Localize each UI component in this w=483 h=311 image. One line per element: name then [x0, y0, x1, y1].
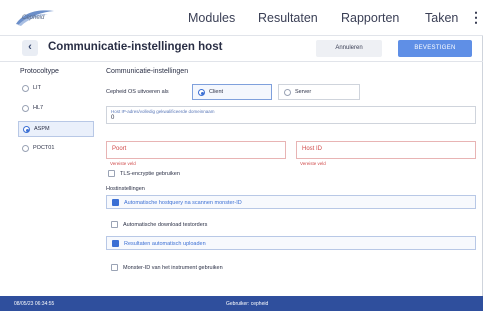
radio-icon: [22, 85, 29, 92]
port-field[interactable]: Poort: [106, 141, 286, 159]
checkbox-icon: [111, 264, 118, 271]
confirm-button[interactable]: BEVESTIGEN: [398, 40, 472, 57]
nav-modules[interactable]: Modules: [188, 11, 235, 25]
protocol-label: HL7: [33, 105, 44, 111]
top-nav-bar: Cepheid Modules Resultaten Rapporten Tak…: [0, 0, 483, 36]
auto-host-query-label: Automatische hostquery na scannen monste…: [124, 199, 242, 206]
host-address-value: 0: [111, 115, 115, 121]
protocol-option-aspm[interactable]: ASPM: [18, 121, 94, 137]
auto-upload-results-checkbox[interactable]: Resultaten automatisch uploaden: [106, 236, 476, 250]
checkbox-icon: [108, 170, 115, 177]
auto-upload-results-label: Resultaten automatisch uploaden: [124, 240, 206, 247]
cepheid-logo: Cepheid: [14, 8, 64, 28]
host-id-error: Vereiste veld: [300, 161, 326, 166]
tls-encryption-checkbox[interactable]: TLS-encryptie gebruiken: [103, 167, 283, 181]
host-id-field[interactable]: Host ID: [296, 141, 476, 159]
protocol-label: POCT01: [33, 145, 55, 151]
logo-text: Cepheid: [22, 15, 45, 21]
protocol-label: ASPM: [34, 126, 50, 132]
use-instrument-sample-id-checkbox[interactable]: Monster-ID van het instrument gebruiken: [106, 261, 476, 275]
port-error: Vereiste veld: [110, 161, 136, 166]
tls-label: TLS-encryptie gebruiken: [120, 170, 180, 177]
nav-rapporten[interactable]: Rapporten: [341, 11, 399, 25]
cancel-button[interactable]: Annuleren: [316, 40, 382, 57]
checkbox-icon: [111, 221, 118, 228]
more-menu-icon[interactable]: ⋮: [469, 8, 483, 26]
radio-selected-icon: [198, 89, 205, 96]
back-button[interactable]: ‹: [22, 40, 38, 56]
host-id-label: Host ID: [302, 146, 323, 152]
auto-host-query-checkbox[interactable]: Automatische hostquery na scannen monste…: [106, 195, 476, 209]
host-address-field[interactable]: Host IP-adres/volledig gekwalificeerde d…: [106, 106, 476, 124]
client-label: Client: [209, 89, 224, 95]
radio-icon: [284, 89, 291, 96]
radio-icon: [22, 145, 29, 152]
chevron-left-icon: ‹: [28, 41, 32, 53]
client-option[interactable]: Client: [192, 84, 272, 100]
run-as-label: Cepheid OS uitvoeren als: [106, 89, 169, 95]
page-title: Communicatie-instellingen host: [48, 41, 223, 53]
footer-user: Gebruiker: cepheid: [226, 300, 269, 307]
status-footer: 08/05/23 06:34:55 Gebruiker: cepheid: [0, 296, 483, 311]
server-label: Server: [295, 89, 312, 95]
radio-icon: [22, 105, 29, 112]
radio-selected-icon: [23, 126, 30, 133]
protocol-option-hl7[interactable]: HL7: [18, 101, 94, 117]
footer-timestamp: 08/05/23 06:34:55: [14, 300, 55, 307]
host-settings-header: Hostinstellingen: [106, 186, 145, 192]
server-option[interactable]: Server: [278, 84, 360, 100]
nav-resultaten[interactable]: Resultaten: [258, 11, 318, 25]
checkbox-checked-icon: [112, 199, 119, 206]
host-address-label: Host IP-adres/volledig gekwalificeerde d…: [111, 109, 215, 114]
checkbox-checked-icon: [112, 240, 119, 247]
port-label: Poort: [112, 146, 127, 152]
nav-taken[interactable]: Taken: [425, 11, 458, 25]
protocol-label: LIT: [33, 85, 41, 91]
protocol-option-lit[interactable]: LIT: [18, 81, 94, 97]
app-screen: Cepheid Modules Resultaten Rapporten Tak…: [0, 0, 483, 311]
auto-download-orders-label: Automatische download testorders: [123, 221, 208, 228]
auto-download-orders-checkbox[interactable]: Automatische download testorders: [106, 218, 476, 232]
protocol-header: Protocoltype: [20, 68, 59, 75]
settings-header: Communicatie-instellingen: [106, 68, 189, 75]
protocol-option-poct01[interactable]: POCT01: [18, 141, 94, 157]
use-instrument-sample-id-label: Monster-ID van het instrument gebruiken: [123, 264, 223, 271]
